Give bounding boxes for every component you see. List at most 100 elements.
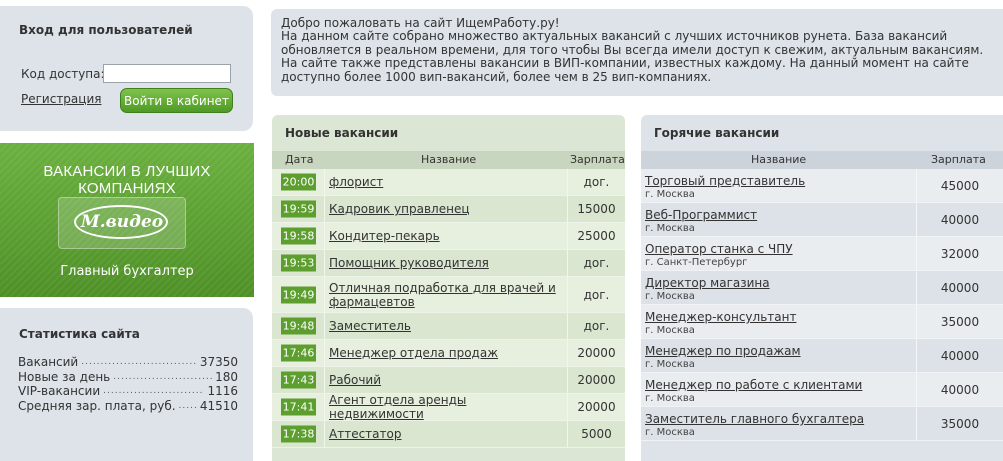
table-row: Менеджер по продажам г. Москва 40000 xyxy=(641,339,1003,373)
login-button[interactable]: Войти в кабинет xyxy=(120,88,233,113)
vacancy-link[interactable]: Помощник руководителя xyxy=(329,256,559,270)
vacancy-link[interactable]: Заместитель главного бухгалтера xyxy=(645,413,864,426)
column-divider xyxy=(324,340,325,366)
vacancy-link[interactable]: флорист xyxy=(329,175,559,189)
column-header-name: Название xyxy=(421,153,477,166)
table-row: 20:00 флорист дог. xyxy=(272,169,625,196)
vacancy-salary: дог. xyxy=(583,175,610,189)
promo-job-title[interactable]: Главный бухгалтер xyxy=(0,264,254,279)
promo-banner[interactable]: ВАКАНСИИ В ЛУЧШИХ КОМПАНИЯХ М.видео Глав… xyxy=(0,143,254,297)
vacancy-link[interactable]: Веб-Программист xyxy=(645,209,757,222)
time-badge: 19:58 xyxy=(281,227,316,245)
time-badge: 17:46 xyxy=(281,344,316,362)
new-vacancies-list: 20:00 флорист дог. 19:59 Кадровик управленец… xyxy=(272,169,625,448)
vacancy-link[interactable]: Менеджер по работе с клиентами xyxy=(645,379,862,392)
vacancy-city: г. Москва xyxy=(645,359,695,370)
vacancy-link[interactable]: Агент отдела аренды недвижимости xyxy=(329,393,559,421)
time-badge: 17:43 xyxy=(281,371,316,389)
vacancy-salary: 40000 xyxy=(940,348,980,363)
register-link[interactable]: Регистрация xyxy=(21,92,101,106)
column-header-date: Дата xyxy=(285,153,314,166)
vacancy-salary: 15000 xyxy=(577,202,616,216)
stats-value: 180 xyxy=(215,369,238,384)
table-row: 17:46 Менеджер отдела продаж 20000 xyxy=(272,340,625,367)
time-badge: 19:49 xyxy=(281,286,316,303)
column-header-salary: Зарплата xyxy=(931,153,986,166)
table-row: 17:41 Агент отдела аренды недвижимости 200… xyxy=(272,393,625,421)
vacancy-salary: 5000 xyxy=(581,427,612,441)
hot-vacancies-header: Название Зарплата xyxy=(641,151,1003,169)
table-row: Директор магазина г. Москва 40000 xyxy=(641,271,1003,305)
vacancy-link[interactable]: Кадровик управленец xyxy=(329,202,559,216)
column-header-salary: Зарплата xyxy=(570,153,625,166)
table-row: 17:43 Рабочий 20000 xyxy=(272,367,625,394)
vacancy-link[interactable]: Торговый представитель xyxy=(645,175,805,188)
vacancy-city: г. Москва xyxy=(645,427,695,438)
table-row: 19:53 Помощник руководителя дог. xyxy=(272,250,625,277)
vacancy-link[interactable]: Менеджер по продажам xyxy=(645,345,801,358)
vacancy-city: г. Москва xyxy=(645,325,695,336)
vacancy-link[interactable]: Менеджер-консультант xyxy=(645,311,796,324)
column-divider xyxy=(324,313,325,339)
vacancy-salary: 40000 xyxy=(940,212,980,227)
table-row: 19:48 Заместитель дог. xyxy=(272,313,625,340)
stats-title: Статистика сайта xyxy=(19,327,140,341)
access-code-label: Код доступа: xyxy=(21,67,105,81)
column-divider xyxy=(324,196,325,222)
column-header-name: Название xyxy=(751,153,807,166)
access-code-input[interactable] xyxy=(103,64,231,83)
promo-title: ВАКАНСИИ В ЛУЧШИХ КОМПАНИЯХ xyxy=(43,163,211,197)
welcome-heading: Добро пожаловать на сайт ИщемРаботу.ру! xyxy=(281,16,560,30)
stats-label: Вакансий xyxy=(18,355,79,369)
login-panel: Вход для пользователей Код доступа: Реги… xyxy=(0,6,253,131)
table-row: Веб-Программист г. Москва 40000 xyxy=(641,203,1003,237)
company-logo[interactable]: М.видео xyxy=(58,197,186,249)
stats-label: Новые за день xyxy=(18,369,111,384)
stats-label: VIP-вакансии xyxy=(18,384,101,398)
vacancy-link[interactable]: Отличная подработка для врачей и фармаце… xyxy=(329,281,559,309)
vacancy-salary: 40000 xyxy=(940,280,980,295)
vacancy-link[interactable]: Директор магазина xyxy=(645,277,770,290)
new-vacancies-panel: Новые вакансии Дата Название Зарплата 20… xyxy=(272,115,625,461)
dot-leader: ........................................… xyxy=(81,357,197,367)
vacancy-salary: 20000 xyxy=(577,373,616,387)
stats-row: Новые за день ..........................… xyxy=(18,370,238,385)
vacancy-city: г. Москва xyxy=(645,189,695,200)
vacancy-salary: дог. xyxy=(583,287,610,302)
stats-row: Вакансий ...............................… xyxy=(18,355,238,370)
logo-text: М.видео xyxy=(80,212,164,232)
time-badge: 17:41 xyxy=(281,398,316,416)
vacancy-salary: 20000 xyxy=(577,400,616,414)
vacancy-link[interactable]: Заместитель xyxy=(329,319,559,333)
vacancy-city: г. Москва xyxy=(645,223,695,234)
vacancy-salary: 32000 xyxy=(940,246,980,261)
stats-list: Вакансий ...............................… xyxy=(18,355,238,413)
vacancy-link[interactable]: Менеджер отдела продаж xyxy=(329,346,559,360)
dot-leader: ........................................… xyxy=(103,386,205,396)
stats-row: VIP-вакансии ...........................… xyxy=(18,384,238,399)
vacancy-link[interactable]: Кондитер-пекарь xyxy=(329,229,559,243)
column-divider xyxy=(324,223,325,249)
table-row: Оператор станка с ЧПУ г. Санкт-Петербург 3… xyxy=(641,237,1003,271)
vacancy-link[interactable]: Оператор станка с ЧПУ xyxy=(645,243,793,256)
table-row: Менеджер по работе с клиентами г. Москва 4… xyxy=(641,373,1003,407)
vacancy-salary: 35000 xyxy=(940,314,980,329)
vacancy-salary: 25000 xyxy=(577,229,616,243)
hot-vacancies-list: Торговый представитель г. Москва 45000 Веб-… xyxy=(641,169,1003,441)
vacancy-link[interactable]: Аттестатор xyxy=(329,427,559,441)
column-divider xyxy=(324,169,325,195)
table-row: 19:59 Кадровик управленец 15000 xyxy=(272,196,625,223)
vacancy-city: г. Москва xyxy=(645,291,695,302)
vacancy-city: г. Санкт-Петербург xyxy=(645,257,748,268)
vacancy-salary: 20000 xyxy=(577,346,616,360)
table-row: Заместитель главного бухгалтера г. Москва… xyxy=(641,407,1003,441)
vacancy-link[interactable]: Рабочий xyxy=(329,373,559,387)
column-divider xyxy=(324,277,325,312)
column-divider xyxy=(324,250,325,276)
welcome-panel: Добро пожаловать на сайт ИщемРаботу.ру! … xyxy=(271,9,1003,96)
table-row: 19:58 Кондитер-пекарь 25000 xyxy=(272,223,625,250)
vacancy-salary: 45000 xyxy=(940,178,980,193)
time-badge: 19:59 xyxy=(281,200,316,218)
hot-vacancies-panel: Горячие вакансии Название Зарплата Торго… xyxy=(641,115,1003,461)
vacancy-salary: 35000 xyxy=(940,416,980,431)
